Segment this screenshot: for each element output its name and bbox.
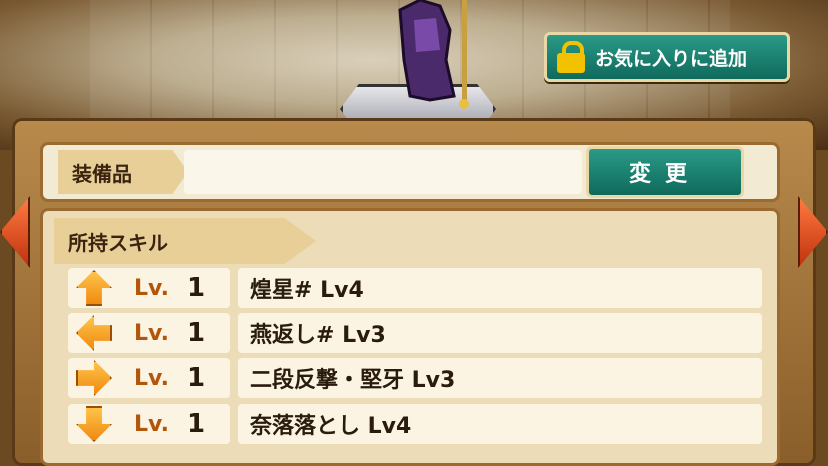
skill-level-value: 1	[186, 318, 206, 348]
skill-name: 煌星# Lv4	[238, 268, 762, 308]
arrow-right-icon	[76, 360, 112, 396]
skill-level-cell: Lv. 1	[68, 313, 230, 353]
skills-tag: 所持スキル	[54, 218, 316, 264]
change-equipment-button[interactable]: 変更	[586, 146, 744, 198]
equipment-tag: 装備品	[58, 150, 188, 194]
arrow-down-icon	[76, 406, 112, 442]
lock-icon	[557, 41, 585, 73]
skill-level-label: Lv.	[134, 365, 169, 391]
skill-level-cell: Lv. 1	[68, 404, 230, 444]
skill-level-label: Lv.	[134, 320, 169, 346]
character-sprite	[398, 0, 469, 109]
skill-level-cell: Lv. 1	[68, 268, 230, 308]
equipment-field[interactable]	[184, 150, 582, 194]
skill-row[interactable]: Lv. 1 煌星# Lv4	[68, 268, 762, 308]
arrow-up-icon	[76, 270, 112, 306]
skill-row[interactable]: Lv. 1 二段反撃・堅牙 Lv3	[68, 358, 762, 398]
skill-row[interactable]: Lv. 1 燕返し# Lv3	[68, 313, 762, 353]
skill-level-cell: Lv. 1	[68, 358, 230, 398]
skill-level-label: Lv.	[134, 411, 169, 437]
skill-name: 奈落落とし Lv4	[238, 404, 762, 444]
arrow-left-icon	[76, 315, 112, 351]
add-favorite-label: お気に入りに追加	[595, 47, 748, 70]
skill-level-value: 1	[186, 409, 206, 439]
skill-name: 燕返し# Lv3	[238, 313, 762, 353]
skill-level-value: 1	[186, 273, 206, 303]
skill-level-label: Lv.	[134, 275, 169, 301]
skill-name: 二段反撃・堅牙 Lv3	[238, 358, 762, 398]
add-favorite-button[interactable]: お気に入りに追加	[544, 32, 790, 82]
skill-row[interactable]: Lv. 1 奈落落とし Lv4	[68, 404, 762, 444]
skill-level-value: 1	[186, 363, 206, 393]
